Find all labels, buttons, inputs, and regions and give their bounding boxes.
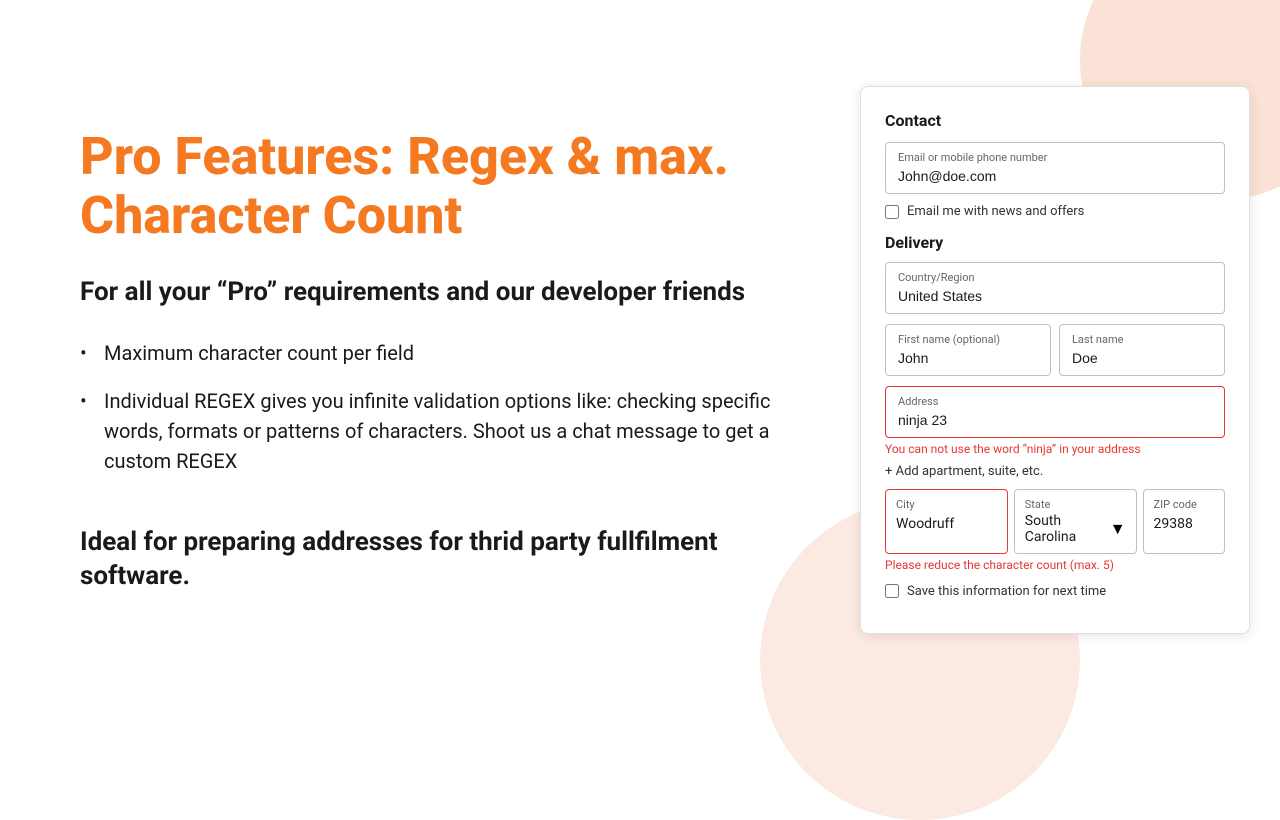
form-card: Contact Email or mobile phone number Ema… (860, 86, 1250, 634)
left-panel: Pro Features: Regex & max. Character Cou… (0, 0, 860, 720)
chevron-down-icon: ▼ (1110, 519, 1126, 539)
right-panel: Contact Email or mobile phone number Ema… (860, 0, 1280, 720)
list-item: Maximum character count per field (80, 338, 780, 368)
email-input[interactable] (898, 168, 1212, 184)
email-field[interactable]: Email or mobile phone number (885, 142, 1225, 194)
address-input[interactable] (898, 412, 1212, 428)
city-error: Please reduce the character count (max. … (885, 558, 1225, 574)
address-field[interactable]: Address (885, 386, 1225, 438)
last-name-label: Last name (1072, 333, 1212, 346)
state-label: State (1025, 498, 1126, 511)
last-name-input[interactable] (1072, 350, 1212, 366)
address-error: You can not use the word “ninja” in your… (885, 442, 1225, 456)
save-checkbox-label: Save this information for next time (907, 584, 1106, 599)
feature-list: Maximum character count per field Indivi… (80, 338, 780, 494)
name-row: First name (optional) Last name (885, 324, 1225, 376)
email-label: Email or mobile phone number (898, 151, 1212, 164)
contact-section-title: Contact (885, 111, 1225, 130)
address-label: Address (898, 395, 1212, 408)
first-name-input[interactable] (898, 350, 1038, 366)
city-value: Woodruff (896, 516, 954, 532)
email-checkbox-row[interactable]: Email me with news and offers (885, 204, 1225, 219)
city-label: City (896, 498, 997, 511)
add-apartment-link[interactable]: + Add apartment, suite, etc. (885, 464, 1225, 479)
page-subtitle: For all your “Pro” requirements and our … (80, 276, 780, 310)
zip-value: 29388 (1154, 516, 1193, 532)
list-item: Individual REGEX gives you infinite vali… (80, 386, 780, 476)
bottom-text: Ideal for preparing addresses for thrid … (80, 526, 780, 594)
save-checkbox-row[interactable]: Save this information for next time (885, 584, 1225, 599)
email-checkbox[interactable] (885, 205, 899, 219)
state-field[interactable]: State South Carolina ▼ (1014, 489, 1137, 554)
state-value: South Carolina (1025, 513, 1110, 545)
first-name-label: First name (optional) (898, 333, 1038, 346)
last-name-field[interactable]: Last name (1059, 324, 1225, 376)
city-field[interactable]: City Woodruff (885, 489, 1008, 554)
page-title: Pro Features: Regex & max. Character Cou… (80, 127, 780, 247)
save-checkbox[interactable] (885, 584, 899, 598)
delivery-section-title: Delivery (885, 233, 1225, 252)
country-input[interactable] (898, 288, 1212, 304)
first-name-field[interactable]: First name (optional) (885, 324, 1051, 376)
zip-field[interactable]: ZIP code 29388 (1143, 489, 1225, 554)
country-field[interactable]: Country/Region (885, 262, 1225, 314)
email-checkbox-label: Email me with news and offers (907, 204, 1084, 219)
zip-label: ZIP code (1154, 498, 1214, 511)
city-state-zip-row: City Woodruff State South Carolina ▼ ZIP… (885, 489, 1225, 554)
country-label: Country/Region (898, 271, 1212, 284)
